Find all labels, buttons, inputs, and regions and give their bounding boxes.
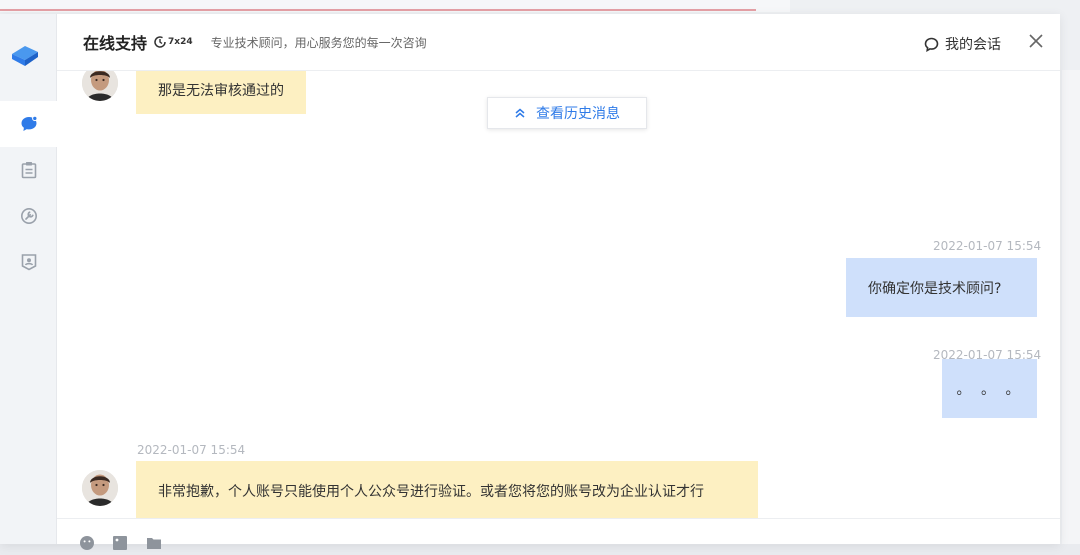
logo-icon [10,40,40,68]
service-hours-text: 7x24 [168,37,193,47]
message-timestamp: 2022-01-07 15:54 [137,443,246,457]
emoji-button[interactable] [79,535,95,551]
message-timestamp: 2022-01-07 15:54 [933,239,1042,253]
speech-bubble-icon [924,37,939,52]
message-bubble: 。 。 。 [942,359,1037,418]
folder-icon [147,538,161,549]
view-history-button[interactable]: 查看历史消息 [487,97,647,129]
file-button[interactable] [146,535,162,551]
message-bubble: 你确定你是技术顾问? [846,258,1037,317]
double-chevron-up-icon [515,108,525,118]
page-title: 在线支持 [83,34,148,53]
my-sessions-button[interactable]: 我的会话 [924,34,1001,54]
message-bubble: 那是无法审核通过的 [136,71,306,114]
side-rail [0,14,57,544]
chat-header: 在线支持 7x24 专业技术顾问，用心服务您的每一次咨询 我的会话 [57,14,1060,71]
clock-icon [154,36,166,48]
message-text: 你确定你是技术顾问? [868,280,1002,297]
close-icon [1029,34,1043,48]
rail-item-tickets[interactable] [0,147,57,193]
service-hours-badge: 7x24 [153,35,193,49]
wrench-icon [20,207,38,225]
clipboard-icon [21,161,37,179]
image-icon [113,536,127,550]
message-text: 非常抱歉，个人账号只能使用个人公众号进行验证。或者您将您的账号改为企业认证才行 [158,483,704,500]
message-bubble: 非常抱歉，个人账号只能使用个人公众号进行验证。或者您将您的账号改为企业认证才行 [136,461,758,518]
message-text: 。 。 。 [956,381,1023,398]
badge-icon [21,253,37,271]
rail-item-chat[interactable] [0,101,57,147]
background-progress-line [0,9,756,11]
input-toolbar [57,518,1060,550]
close-button[interactable] [1026,31,1046,51]
view-history-label: 查看历史消息 [536,106,620,122]
message-list[interactable]: 那是无法审核通过的 查看历史消息 2022-01-07 15:54 你确定你是技… [57,71,1060,518]
chat-icon [20,115,38,133]
message-text: 那是无法审核通过的 [158,82,284,99]
my-sessions-label: 我的会话 [945,37,1001,53]
page-subtitle: 专业技术顾问，用心服务您的每一次咨询 [210,35,427,50]
agent-avatar [82,71,118,101]
rail-item-tools[interactable] [0,193,57,239]
agent-avatar [82,470,118,506]
rail-item-security[interactable] [0,239,57,285]
image-button[interactable] [112,535,128,551]
background-right-strip [1062,70,1080,544]
support-chat-window: 在线支持 7x24 专业技术顾问，用心服务您的每一次咨询 我的会话 那是无法审核… [0,14,1060,550]
emoji-icon [80,536,94,550]
